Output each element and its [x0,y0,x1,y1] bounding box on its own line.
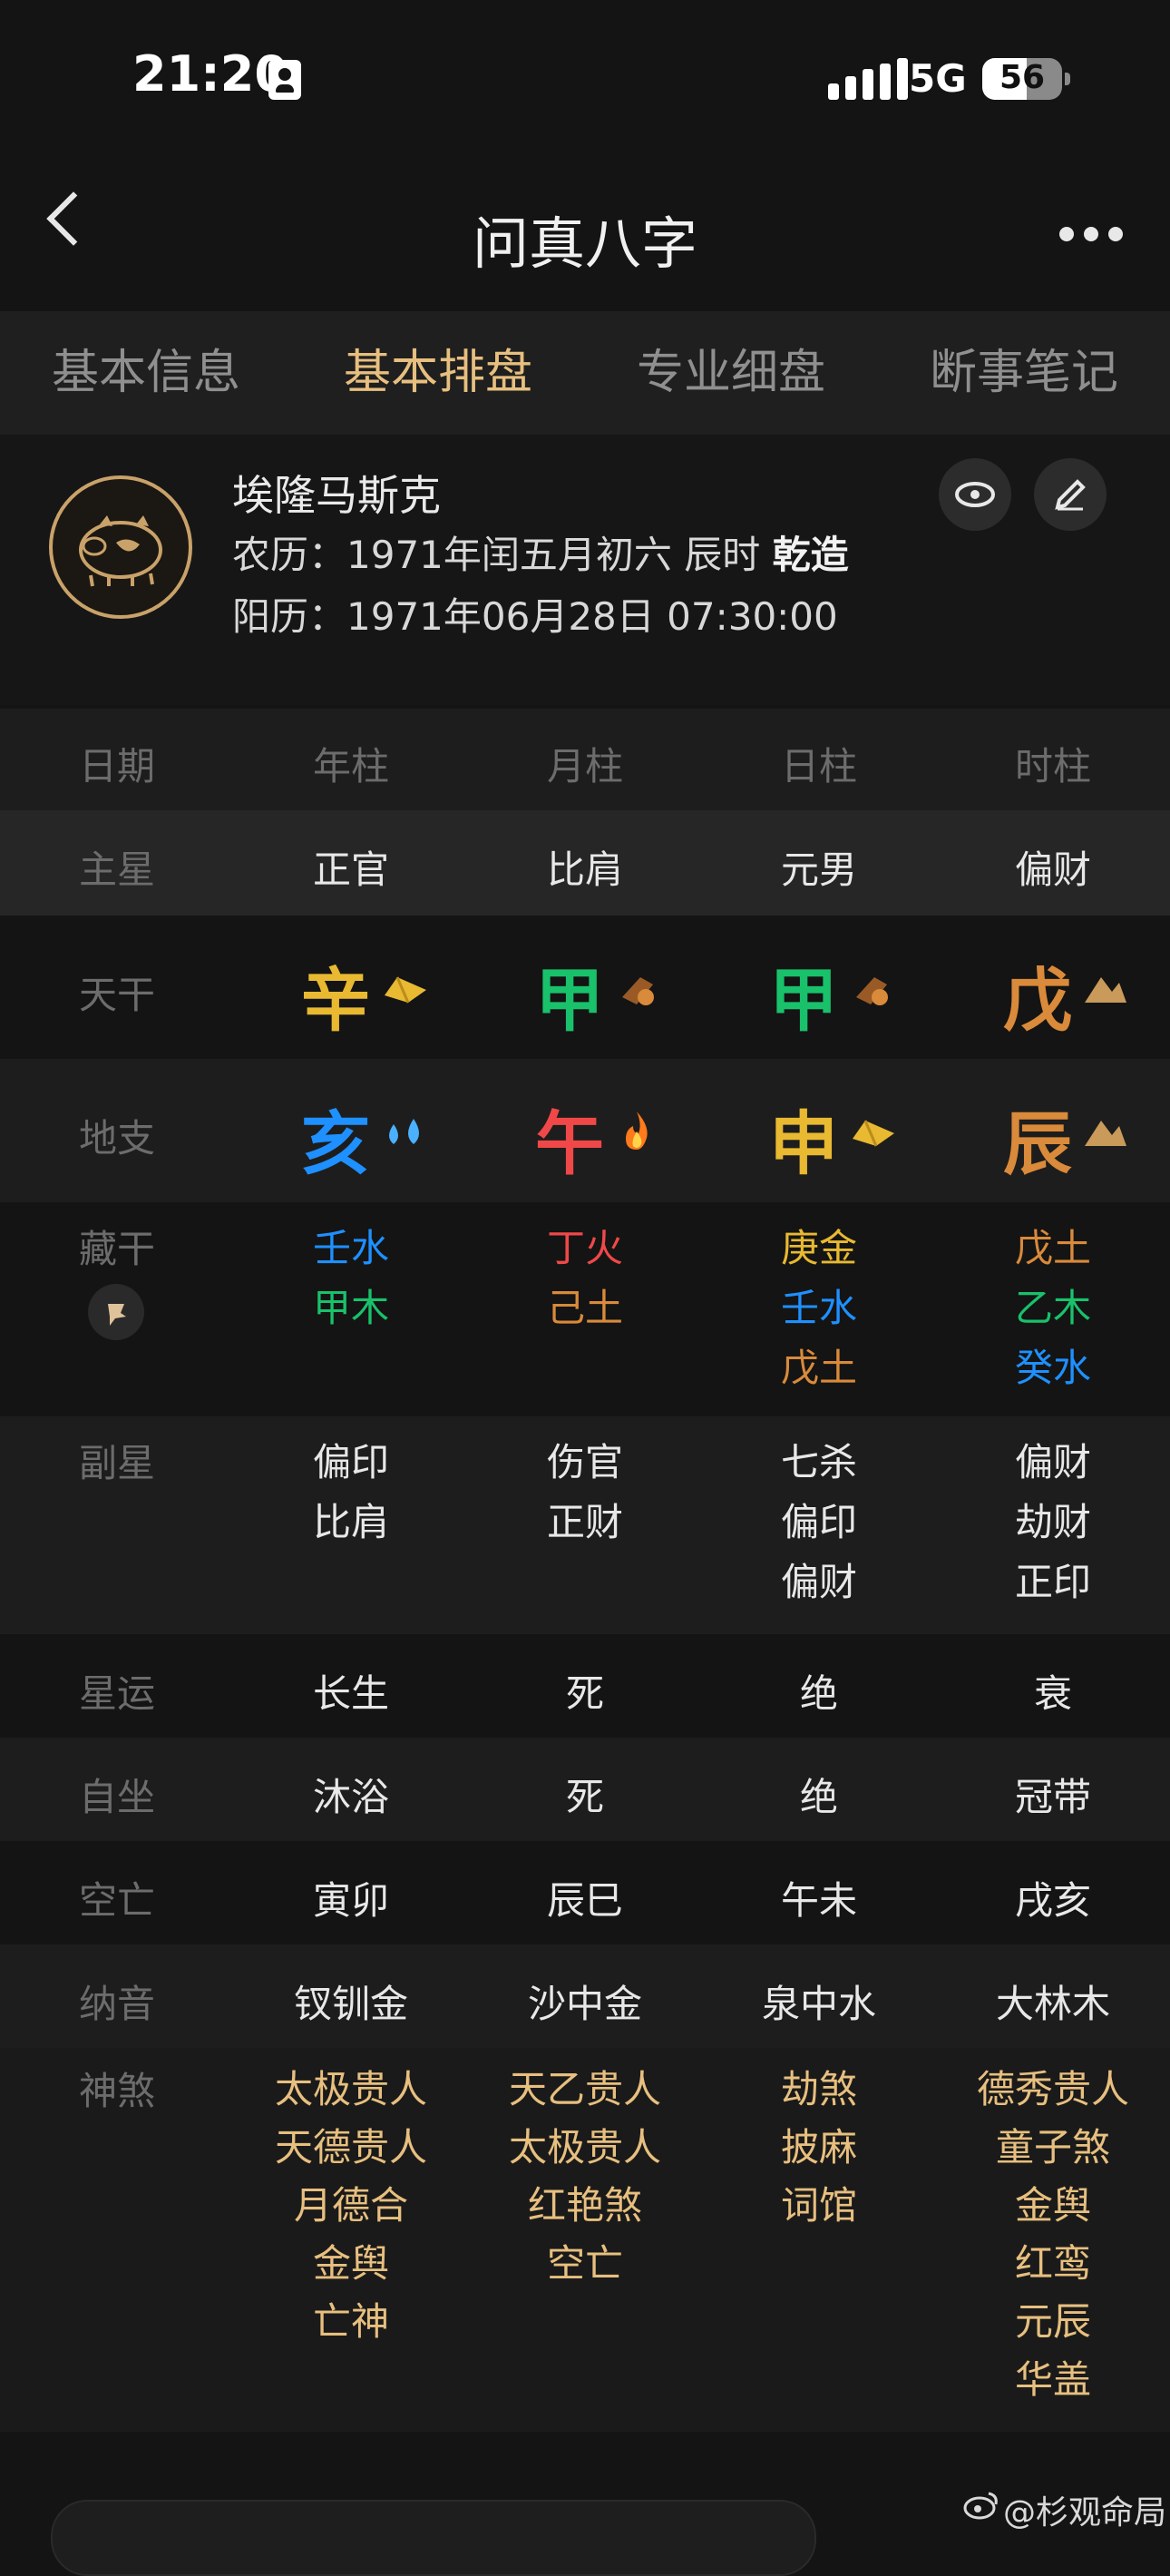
branch-hour: 辰 [1003,1103,1072,1184]
row-secondary-stars: 副星 偏印 比肩 伤官 正财 七杀 偏印 偏财 偏财 劫财 正印 [0,1416,1170,1634]
status-time: 21:20 [132,45,288,103]
row-hidden-stems: 藏干 壬水 甲木 丁火 己土 庚金 壬水 戊土 戊土 乙木 癸水 [0,1202,1170,1416]
watermark: @杉观命局 [1003,2494,1167,2532]
branch-year: 亥 [301,1103,370,1184]
battery-level: 56 [999,59,1046,96]
earth-mountain-icon [1085,1121,1126,1146]
page-title: 问真八字 [472,211,697,277]
row-void: 空亡 寅卯 辰巳 午未 戌亥 [0,1841,1170,1944]
stem-day: 甲 [769,960,838,1041]
avatar [49,475,192,619]
branch-day: 申 [769,1103,838,1184]
status-bar: 21:20 5G 56 [0,0,1170,159]
header-row: 日期 年柱 月柱 日柱 时柱 [0,709,1170,810]
more-options-icon[interactable] [1059,227,1123,241]
view-button[interactable] [939,458,1011,531]
network-type: 5G [909,56,967,101]
row-star-fortune: 星运 长生 死 绝 衰 [0,1634,1170,1738]
metal-gold-icon [853,1120,894,1147]
edit-button[interactable] [1034,458,1107,531]
water-drops-icon [389,1119,419,1144]
header-hour: 时柱 [1014,744,1091,788]
stem-month: 甲 [535,960,604,1041]
bottom-action-pill[interactable] [51,2500,816,2576]
header-month: 月柱 [546,744,623,788]
tab-notes[interactable]: 断事笔记 [878,311,1170,435]
solar-date: 阳历：1971年06月28日 07:30:00 [232,594,838,639]
pin-icon-button[interactable] [88,1284,144,1340]
tab-pro-chart[interactable]: 专业细盘 [585,311,877,435]
tab-basic-chart[interactable]: 基本排盘 [292,311,584,435]
profile-name: 埃隆马斯克 [232,471,441,520]
wood-log-icon [856,977,888,1005]
wood-log-icon [622,977,654,1005]
weibo-logo-icon [963,2492,998,2520]
tab-bar: 基本信息 基本排盘 专业细盘 断事笔记 [0,311,1170,435]
pig-zodiac-icon [79,515,162,587]
person-badge-icon [268,60,301,100]
header-date: 日期 [78,744,155,788]
pencil-icon [1055,479,1086,511]
battery-icon: 56 [982,58,1062,100]
metal-gold-icon [385,976,426,1004]
row-earthly-branch: 地支 亥 午 申 辰 [0,1059,1170,1202]
branch-month: 午 [535,1103,604,1184]
lunar-date: 农历：1971年闰五月初六 辰时 乾造 [232,533,849,577]
row-heavenly-stem: 天干 辛 甲 甲 戊 [0,916,1170,1059]
gender-label: 乾造 [772,533,849,577]
tab-basic-info[interactable]: 基本信息 [0,311,292,435]
fire-icon [626,1112,648,1150]
row-main-star: 主星 正官 比肩 元男 偏财 [0,810,1170,916]
stem-year: 辛 [301,960,370,1041]
header-day: 日柱 [780,744,857,788]
row-spirits: 神煞 太极贵人 天德贵人 月德合 金舆 亡神 天乙贵人 太极贵人 红艳煞 空亡 … [0,2048,1170,2434]
pin-icon [108,1304,126,1326]
eye-icon [955,482,995,507]
stem-hour: 戊 [1003,960,1072,1041]
earth-mountain-icon [1085,977,1126,1003]
row-nayin: 纳音 钗钏金 沙中金 泉中水 大林木 [0,1944,1170,2048]
header-year: 年柱 [312,744,389,788]
row-self-seat: 自坐 沐浴 死 绝 冠带 [0,1738,1170,1841]
